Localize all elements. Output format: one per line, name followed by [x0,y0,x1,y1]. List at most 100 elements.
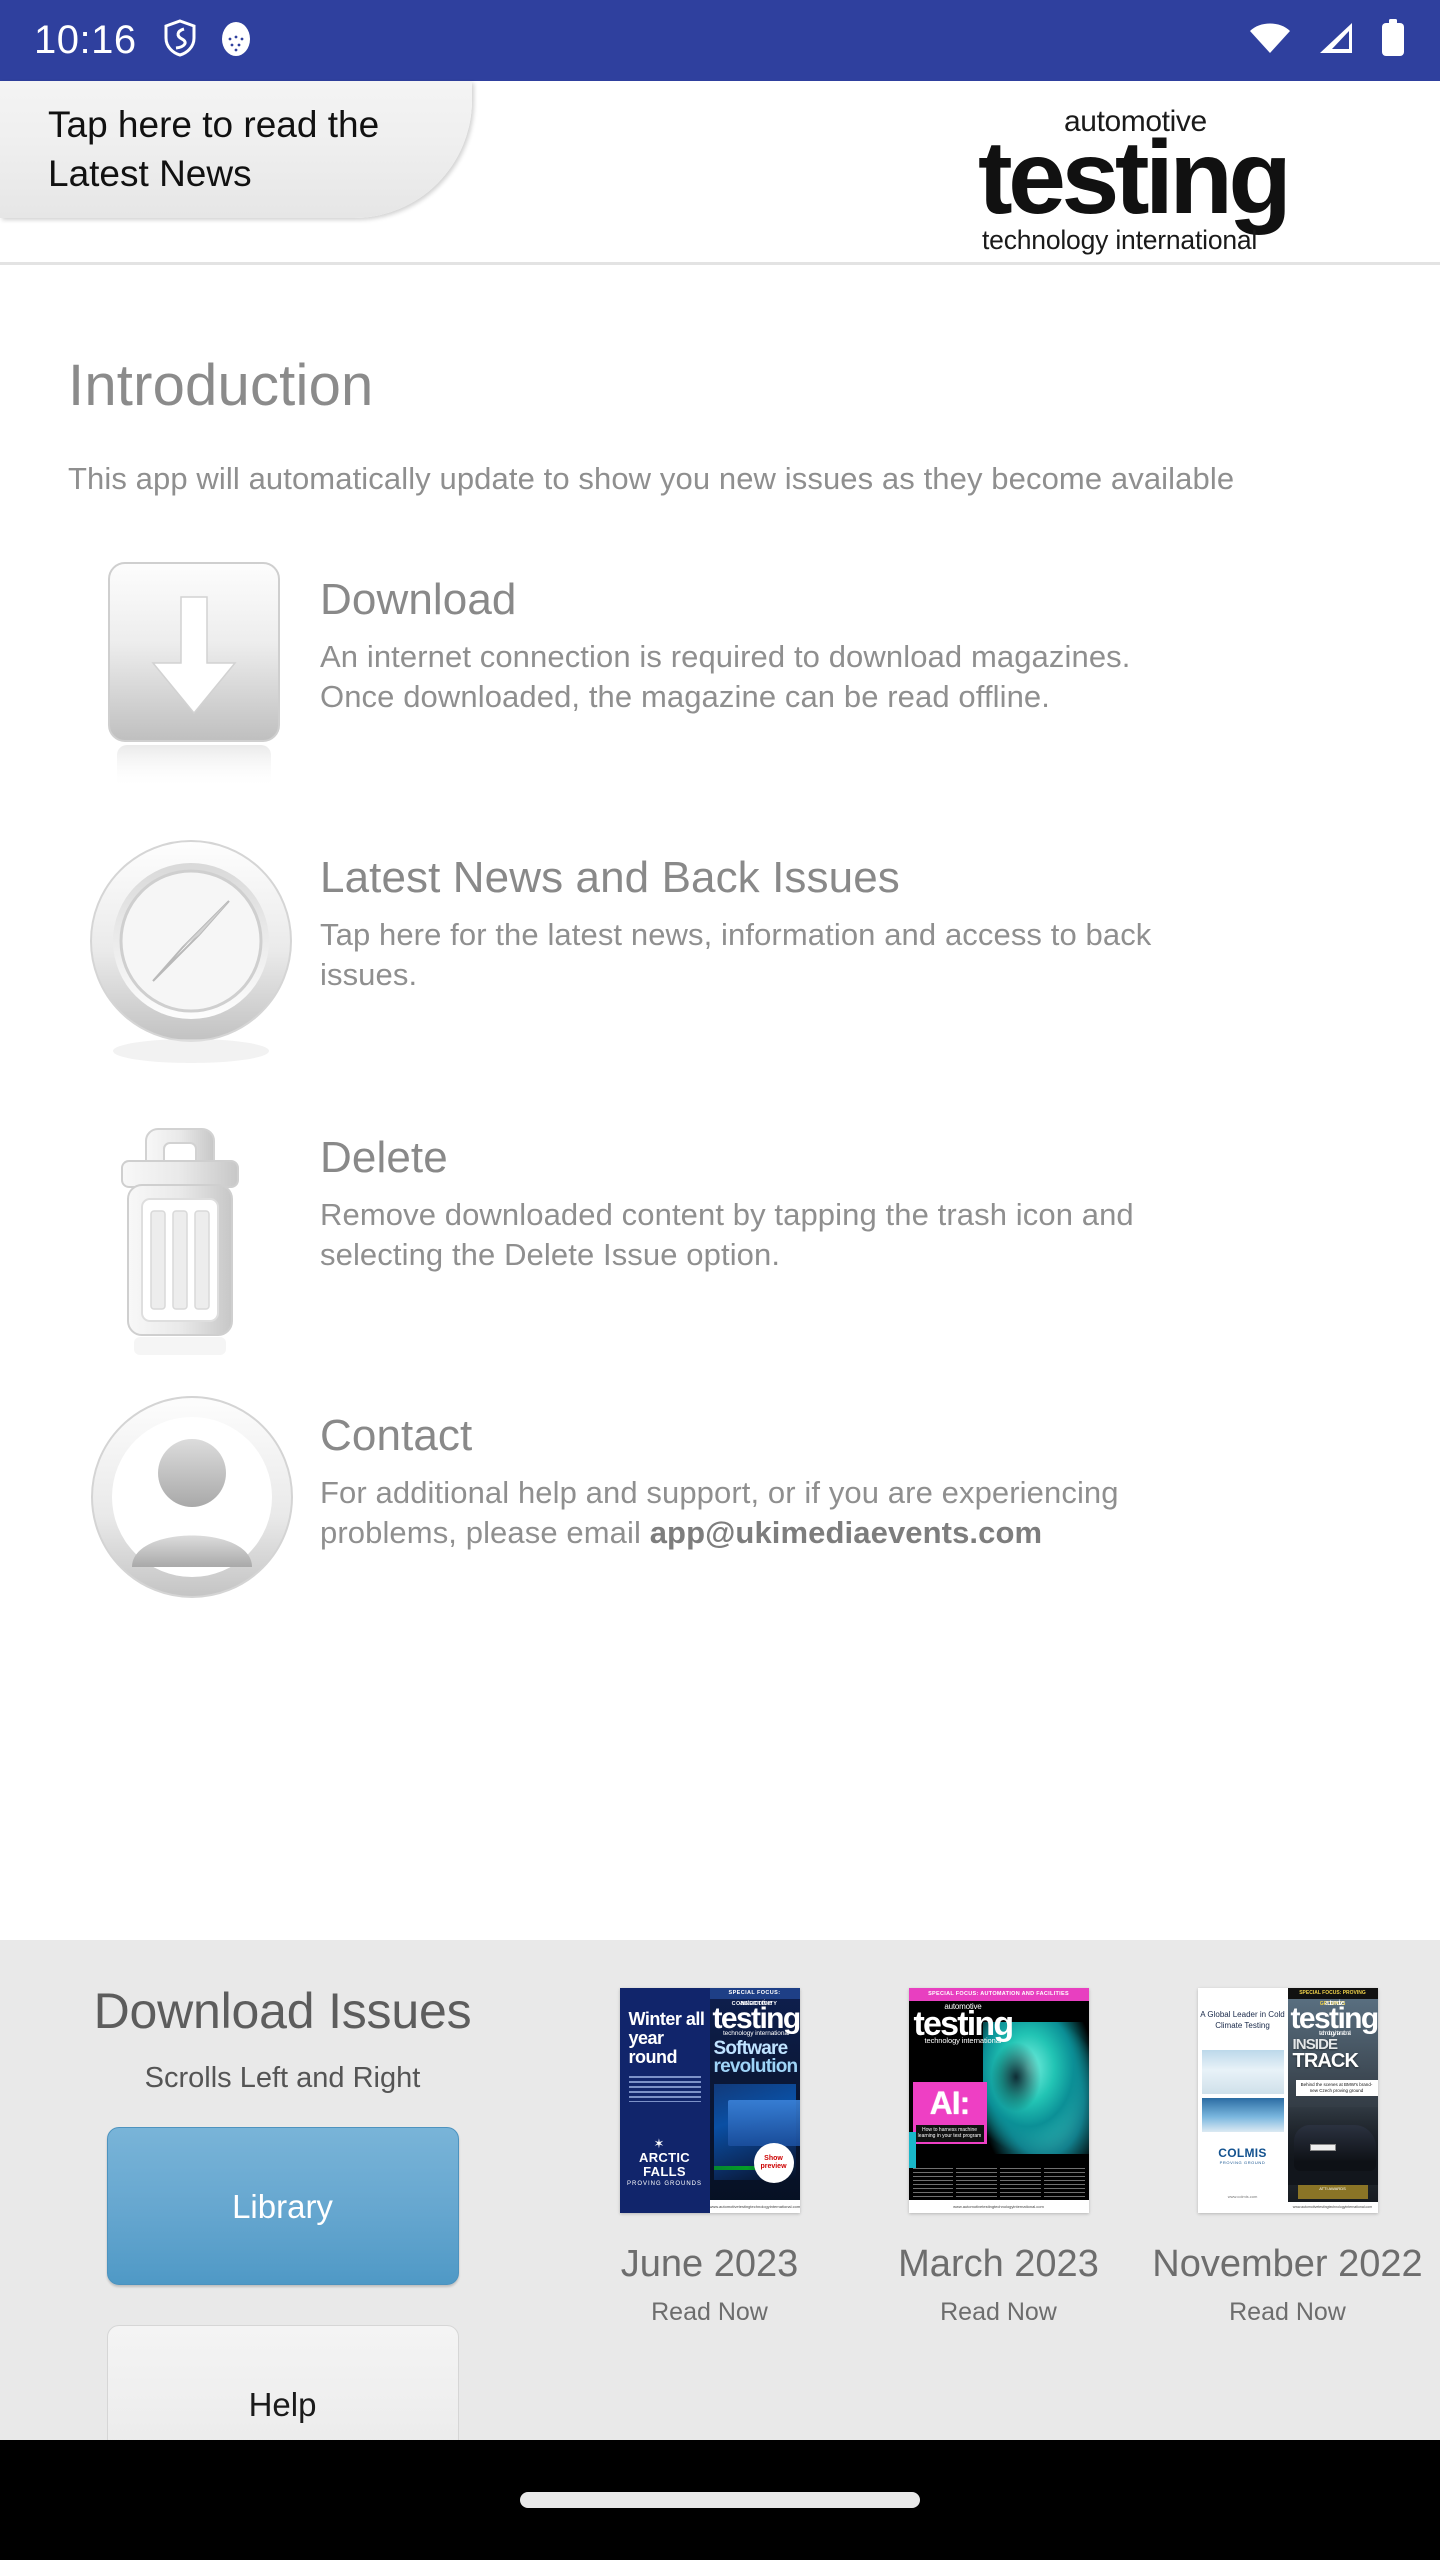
cover-ad-photo-bottom [1201,2098,1284,2132]
cover-masthead: automotive testing technology internationa… [1291,2000,1378,2037]
cover-ad-photo-top [1201,2050,1284,2094]
contact-desc-line1: For additional help and support, or if y… [320,1475,1119,1510]
download-arrow-icon [108,562,280,789]
cover-ad-headline: A Global Leader in Cold Climate Testing [1200,2010,1285,2030]
contact-desc-line2: problems, please email app@ukimediaevent… [320,1513,1119,1553]
cover-headline-1: AI: [929,2085,971,2121]
delete-desc-line1: Remove downloaded content by tapping the… [320,1197,1134,1232]
cover-ad-brand: COLMIS PROVING GROUND [1198,2146,1288,2165]
latest-news-tab[interactable]: Tap here to read the Latest News [0,81,472,218]
cover-banner: SPECIAL FOCUS: CONNECTIVITY [709,1988,800,2007]
issue-card[interactable]: A Global Leader in Cold Climate Testing … [1143,1940,1432,2327]
download-issues-title: Download Issues [93,1983,472,2039]
latest-news-title: Latest News and Back Issues [320,853,900,902]
feature-download[interactable]: Download An internet connection is requi… [68,559,1400,789]
person-avatar-icon-wrap [68,1395,320,1605]
download-issues-subtitle: Scrolls Left and Right [144,2062,421,2094]
delete-title: Delete [320,1133,448,1182]
status-bar: 10:16 [0,0,1440,81]
cover-side-tab [908,2132,916,2168]
library-button[interactable]: Library [106,2127,459,2285]
issue-read-now[interactable]: Read Now [854,2298,1143,2327]
latest-news-text: Latest News and Back Issues Tap here for… [320,837,1151,996]
feature-delete[interactable]: Delete Remove downloaded content by tapp… [68,1117,1400,1357]
cover-banner: SPECIAL FOCUS: AUTOMATION AND FACILITIES [908,1988,1089,2001]
issue-cover-ad-page: Winter all year round ✶ ARCTIC FALLS PROVI… [619,1988,710,2213]
issues-carousel[interactable]: Winter all year round ✶ ARCTIC FALLS PROVI… [565,1940,1440,2440]
compass-icon-wrap [68,837,320,1067]
latest-news-tab-line2: Latest News [48,152,252,194]
cover-masthead: automotive testing technology internationa… [914,2003,1015,2046]
cover-headline-2: TRACK [1292,2049,1359,2072]
person-avatar-icon [91,1396,293,1598]
cover-car-plate [1309,2144,1336,2151]
home-pill-indicator[interactable] [520,2492,920,2508]
cover-ad-url: www.colmis.com [1227,2194,1258,2199]
cover-awards-badge: ATTI AWARDS [1297,2185,1368,2199]
logo-main-word: testing [978,120,1292,236]
compass-icon [90,840,292,1063]
delete-desc-line2: selecting the Delete Issue option. [320,1237,781,1273]
cover-teaser-strip [909,2168,1089,2200]
cover-ad-brand-sub: PROVING GROUNDS [626,2181,702,2188]
cover-photo [1287,2107,1378,2185]
latest-news-desc-line2: issues. [320,957,418,993]
cover-ad-brand: ARCTIC FALLS PROVING GROUNDS [620,2151,710,2188]
cover-footer-url: www.automotivetestingtechnologyinternati… [908,2200,1089,2213]
issue-cover-front-page: SPECIAL FOCUS: CONNECTIVITY automotive te… [709,1988,800,2213]
status-bar-clock: 10:16 [34,18,137,62]
cover-headline-2: revolution [713,2056,799,2078]
cover-masthead-sub: technology international [924,2036,1002,2046]
cover-headline-1: INSIDE [1292,2036,1339,2053]
publication-logo: automotive testing technology internatio… [978,107,1378,254]
android-navigation-bar [0,2440,1440,2560]
battery-icon [1380,19,1406,62]
issue-cover-june[interactable]: Winter all year round ✶ ARCTIC FALLS PROVI… [619,1988,800,2213]
wifi-icon [1248,21,1292,60]
download-issues-panel: Download Issues Scrolls Left and Right L… [0,1940,1440,2440]
download-title: Download [320,575,517,624]
issue-cover-front-page: SPECIAL FOCUS: PROVING GROUNDS automotiv… [1287,1988,1378,2213]
issue-label: March 2023 [898,2243,1099,2285]
issue-label: June 2023 [620,2243,799,2285]
issue-cover-ad-page: A Global Leader in Cold Climate Testing … [1197,1988,1288,2213]
app-screen: 10:16 Tap here to read the Latest News a… [0,0,1440,2560]
trash-icon [121,1128,239,1355]
cover-ad-headline: Winter all year round [628,2009,705,2067]
feature-latest-news[interactable]: Latest News and Back Issues Tap here for… [68,837,1400,1067]
issue-card[interactable]: SPECIAL FOCUS: AUTOMATION AND FACILITIES… [854,1940,1143,2327]
trash-icon-wrap [68,1117,320,1357]
contact-title: Contact [320,1411,473,1460]
download-desc-line2: Once downloaded, the magazine can be rea… [320,679,1050,715]
cover-ad-brand-sub: PROVING GROUND [1219,2160,1266,2165]
cover-ad-bodytext [628,2076,701,2102]
issue-cover-november[interactable]: A Global Leader in Cold Climate Testing … [1197,1988,1378,2213]
feature-contact[interactable]: Contact For additional help and support,… [68,1395,1400,1605]
cover-headline-2: How to harness machine learning in your … [915,2125,984,2142]
issue-read-now[interactable]: Read Now [1143,2298,1432,2327]
cover-headline: Software revolution [713,2039,799,2078]
contact-desc-prefix: problems, please email [320,1515,650,1551]
cover-subheadline: Behind the scenes at BMW's brand-new Cze… [1295,2080,1378,2097]
cover-headline: INSIDE TRACK [1292,2036,1359,2072]
issue-card[interactable]: Winter all year round ✶ ARCTIC FALLS PROVI… [565,1940,854,2327]
latest-news-desc-line1: Tap here for the latest news, informatio… [320,917,1152,952]
issue-label: November 2022 [1152,2243,1423,2285]
page-subtitle: This app will automatically update to sh… [68,461,1235,496]
cover-footer-url: www.automotivetestingtechnologyinternati… [1287,2202,1378,2213]
delete-text: Delete Remove downloaded content by tapp… [320,1117,1134,1276]
app-header: Tap here to read the Latest News automot… [0,81,1440,265]
page-title: Introduction [68,353,374,418]
issue-read-now[interactable]: Read Now [565,2298,854,2327]
download-text: Download An internet connection is requi… [320,559,1130,718]
help-button[interactable]: Help [106,2325,459,2440]
status-bar-notification-icons [163,19,253,62]
download-icon-wrap [68,559,320,789]
latest-news-tab-line1: Tap here to read the [48,103,380,145]
download-desc-line1: An internet connection is required to do… [320,639,1131,674]
cover-masthead-sub: technology international [722,2030,790,2038]
issue-cover-march[interactable]: SPECIAL FOCUS: AUTOMATION AND FACILITIES… [908,1988,1089,2213]
contact-email[interactable]: app@ukimediaevents.com [650,1515,1043,1550]
bug-droplet-icon [219,19,253,62]
issue-cover-front-page: SPECIAL FOCUS: AUTOMATION AND FACILITIES… [908,1988,1089,2213]
